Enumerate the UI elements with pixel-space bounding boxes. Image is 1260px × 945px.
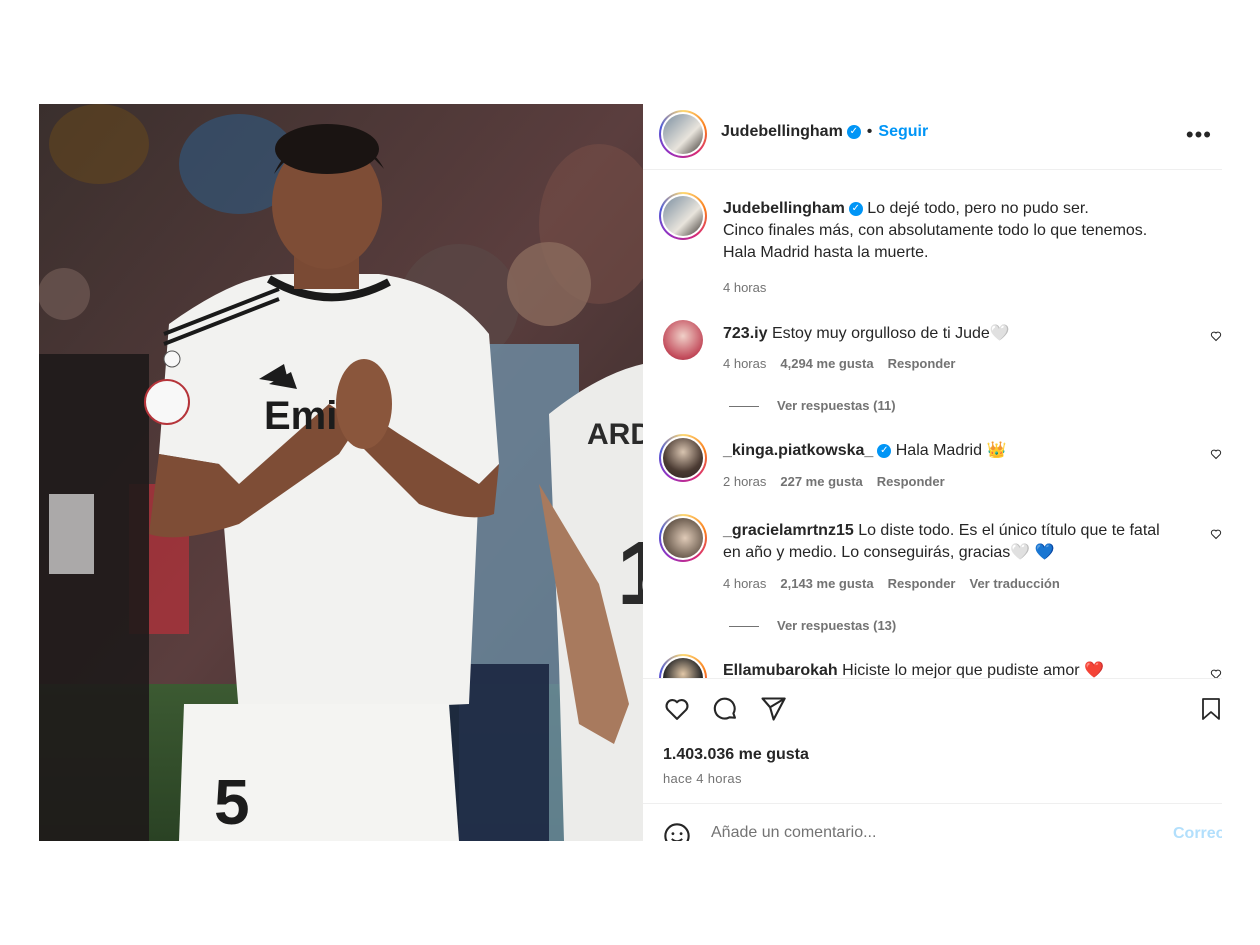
replies-line: [729, 406, 759, 408]
comment-time: 4 horas: [723, 576, 767, 591]
likes-count[interactable]: 1.403.036 me gusta: [663, 746, 809, 764]
reply-button[interactable]: Responder: [888, 356, 956, 371]
comment-username[interactable]: _kinga.piatkowska_: [723, 442, 873, 459]
comment-text: _kinga.piatkowska_ ✓ Hala Madrid 👑: [723, 440, 1183, 462]
caption-avatar[interactable]: [659, 192, 707, 240]
caption-text: Judebellingham ✓ Lo dejé todo, pero no pu…: [723, 198, 1183, 264]
comment-meta: 2 horas 227 me gusta Responder: [723, 474, 959, 489]
translate-button[interactable]: Ver traducción: [970, 576, 1060, 591]
reply-button[interactable]: Responder: [877, 474, 945, 489]
replies-line: [729, 626, 759, 628]
view-replies-button[interactable]: Ver respuestas (11): [729, 398, 896, 413]
commenter-avatar[interactable]: [663, 320, 703, 360]
post-photo: ARD 1 Emi 5: [39, 104, 643, 841]
comment-item: Ellamubarokah Hiciste lo mejor que pudis…: [643, 654, 1222, 678]
comment-item: 723.iy Estoy muy orgulloso de ti Jude🤍 4…: [643, 318, 1222, 418]
separator-dot: •: [866, 123, 873, 140]
caption-username[interactable]: Judebellingham: [723, 200, 845, 217]
reply-button[interactable]: Responder: [888, 576, 956, 591]
follow-button[interactable]: Seguir: [878, 123, 928, 140]
comment-body-line-2: en año y medio. Lo conseguirás, gracias🤍…: [723, 544, 1055, 561]
comment-input[interactable]: [711, 824, 1131, 841]
add-comment-bar: Correo: [643, 803, 1222, 841]
comment-body-line-1: Lo diste todo. Es el único título que te…: [858, 522, 1160, 539]
commenter-avatar[interactable]: [659, 654, 707, 678]
caption-time: 4 horas: [723, 280, 767, 295]
comment-username[interactable]: Ellamubarokah: [723, 662, 838, 678]
post-image[interactable]: ARD 1 Emi 5 ›: [39, 104, 643, 841]
comment-text: 723.iy Estoy muy orgulloso de ti Jude🤍: [723, 323, 1183, 345]
comment-icon[interactable]: [711, 695, 739, 723]
other-player-name: ARD: [587, 418, 643, 451]
post-timestamp: hace 4 horas: [663, 771, 742, 786]
more-options-icon[interactable]: •••: [1186, 122, 1212, 148]
author-avatar[interactable]: [659, 110, 707, 158]
view-replies-button[interactable]: Ver respuestas (13): [729, 618, 896, 633]
post-actions: [643, 678, 1222, 735]
caption-line-1: Lo dejé todo, pero no pudo ser.: [867, 200, 1089, 217]
comment-item: _gracielamrtnz15 Lo diste todo. Es el ún…: [643, 514, 1222, 634]
caption-line-3: Hala Madrid hasta la muerte.: [723, 244, 929, 261]
heart-icon[interactable]: [663, 695, 691, 723]
emoji-icon[interactable]: [663, 822, 691, 841]
jersey-number: 5: [214, 766, 250, 838]
post-header: Judebellingham ✓ • Seguir •••: [643, 104, 1222, 170]
header-title-row: Judebellingham ✓ • Seguir: [721, 123, 928, 141]
post-comment-button[interactable]: Correo: [1173, 825, 1222, 841]
comment-body: Estoy muy orgulloso de ti Jude🤍: [771, 325, 1010, 342]
comment-item: _kinga.piatkowska_ ✓ Hala Madrid 👑 2 hora…: [643, 434, 1222, 504]
commenter-avatar[interactable]: [659, 514, 707, 562]
comment-text: _gracielamrtnz15 Lo diste todo. Es el ún…: [723, 520, 1183, 564]
comment-time: 4 horas: [723, 356, 767, 371]
comment-like-heart-icon[interactable]: [1210, 330, 1222, 342]
comment-like-heart-icon[interactable]: [1210, 668, 1222, 678]
comment-meta: 4 horas 4,294 me gusta Responder: [723, 356, 970, 371]
view-replies-label: Ver respuestas (13): [777, 618, 897, 633]
verified-icon: ✓: [877, 443, 892, 458]
comment-username[interactable]: _gracielamrtnz15: [723, 522, 854, 539]
jersey-sponsor: Emi: [264, 394, 337, 438]
comment-likes[interactable]: 227 me gusta: [780, 474, 862, 489]
comment-likes[interactable]: 2,143 me gusta: [780, 576, 873, 591]
comment-username[interactable]: 723.iy: [723, 325, 767, 342]
comment-likes[interactable]: 4,294 me gusta: [780, 356, 873, 371]
comment-time: 2 horas: [723, 474, 767, 489]
post-side-panel: Judebellingham ✓ • Seguir ••• Judebellingha…: [643, 104, 1222, 841]
comment-body: Hiciste lo mejor que pudiste amor ❤️: [842, 662, 1104, 678]
commenter-avatar[interactable]: [659, 434, 707, 482]
share-icon[interactable]: [759, 695, 787, 723]
comment-like-heart-icon[interactable]: [1210, 448, 1222, 460]
comments-list[interactable]: Judebellingham ✓ Lo dejé todo, pero no pu…: [643, 170, 1222, 678]
comment-body: Hala Madrid 👑: [895, 442, 1007, 459]
author-username[interactable]: Judebellingham: [721, 123, 843, 140]
bookmark-icon[interactable]: [1199, 695, 1222, 723]
view-replies-label: Ver respuestas (11): [777, 398, 896, 413]
caption-line-2: Cinco finales más, con absolutamente tod…: [723, 222, 1148, 239]
other-player-number: 1: [617, 524, 643, 624]
comment-text: Ellamubarokah Hiciste lo mejor que pudis…: [723, 660, 1183, 678]
verified-icon: ✓: [846, 124, 861, 139]
caption: Judebellingham ✓ Lo dejé todo, pero no pu…: [643, 192, 1222, 302]
verified-icon: ✓: [848, 201, 863, 216]
comment-meta: 4 horas 2,143 me gusta Responder Ver traduc…: [723, 576, 1074, 591]
comment-like-heart-icon[interactable]: [1210, 528, 1222, 540]
